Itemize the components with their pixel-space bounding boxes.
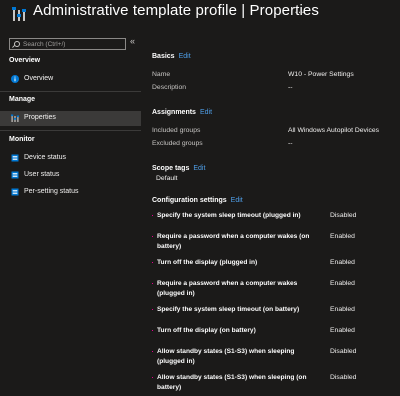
setting-row: Allow standby states (S1-S3) when sleepi… bbox=[152, 373, 324, 393]
page-header: Administrative template profile | Proper… bbox=[0, 0, 400, 38]
collapse-sidebar-icon[interactable]: « bbox=[130, 36, 135, 46]
setting-name: Specify the system sleep timeout (plugge… bbox=[152, 211, 334, 221]
setting-value: Enabled bbox=[330, 327, 355, 334]
sidebar: « Overview Overview Manage Properties Mo… bbox=[0, 36, 141, 396]
setting-row: Require a password when a computer wakes… bbox=[152, 279, 312, 299]
sidebar-item-label: Per-setting status bbox=[24, 188, 79, 195]
info-icon bbox=[11, 75, 19, 83]
section-overview: Overview bbox=[9, 57, 41, 64]
per-setting-status-icon bbox=[11, 188, 19, 196]
basics-heading: Basics Edit bbox=[152, 53, 191, 60]
divider bbox=[0, 130, 141, 131]
section-manage: Manage bbox=[9, 96, 36, 103]
assignments-edit-link[interactable]: Edit bbox=[200, 109, 212, 116]
setting-value: Enabled bbox=[330, 306, 355, 313]
sidebar-item-label: Device status bbox=[24, 154, 67, 161]
included-groups-label: Included groups bbox=[152, 127, 201, 134]
setting-value: Enabled bbox=[330, 280, 355, 287]
setting-name: Allow standby states (S1-S3) when sleepi… bbox=[152, 347, 314, 367]
setting-value: Enabled bbox=[330, 233, 355, 240]
sidebar-item-overview[interactable]: Overview bbox=[0, 72, 141, 87]
description-value: -- bbox=[288, 84, 293, 91]
sidebar-item-user-status[interactable]: User status bbox=[0, 168, 141, 183]
assignments-title: Assignments bbox=[152, 109, 196, 116]
search-box[interactable] bbox=[9, 38, 126, 50]
setting-name: Require a password when a computer wakes… bbox=[152, 232, 319, 252]
sidebar-item-device-status[interactable]: Device status bbox=[0, 151, 141, 166]
setting-row: Specify the system sleep timeout (plugge… bbox=[152, 211, 334, 221]
configuration-heading: Configuration settings Edit bbox=[152, 197, 243, 204]
excluded-groups-value: -- bbox=[288, 140, 293, 147]
user-status-icon bbox=[11, 171, 19, 179]
setting-value: Disabled bbox=[330, 212, 357, 219]
section-monitor: Monitor bbox=[9, 136, 35, 143]
name-value: W10 - Power Settings bbox=[288, 71, 354, 78]
name-label: Name bbox=[152, 71, 171, 78]
more-options-icon[interactable]: … bbox=[294, 4, 305, 16]
excluded-groups-label: Excluded groups bbox=[152, 140, 203, 147]
configuration-edit-link[interactable]: Edit bbox=[231, 197, 243, 204]
sidebar-item-label: User status bbox=[24, 171, 60, 178]
setting-name: Require a password when a computer wakes… bbox=[152, 279, 312, 299]
configuration-title: Configuration settings bbox=[152, 197, 227, 204]
setting-row: Turn off the display (on battery) bbox=[152, 326, 334, 336]
properties-icon bbox=[12, 7, 26, 21]
description-label: Description bbox=[152, 84, 186, 91]
sidebar-item-per-setting-status[interactable]: Per-setting status bbox=[0, 185, 141, 200]
setting-name: Turn off the display (plugged in) bbox=[152, 258, 334, 268]
page-title: Administrative template profile | Proper… bbox=[33, 2, 319, 19]
setting-value: Disabled bbox=[330, 374, 357, 381]
sidebar-item-properties[interactable]: Properties bbox=[0, 111, 141, 126]
assignments-heading: Assignments Edit bbox=[152, 109, 212, 116]
divider bbox=[0, 91, 141, 92]
sidebar-item-label: Properties bbox=[24, 114, 56, 121]
scope-tags-value: Default bbox=[156, 175, 178, 182]
setting-value: Enabled bbox=[330, 259, 355, 266]
scope-tags-title: Scope tags bbox=[152, 165, 190, 172]
setting-row: Require a password when a computer wakes… bbox=[152, 232, 319, 252]
sidebar-item-label: Overview bbox=[24, 75, 54, 82]
setting-value: Disabled bbox=[330, 348, 357, 355]
basics-title: Basics bbox=[152, 53, 175, 60]
device-status-icon bbox=[11, 154, 19, 162]
setting-name: Allow standby states (S1-S3) when sleepi… bbox=[152, 373, 324, 393]
search-input[interactable] bbox=[23, 39, 119, 49]
scope-tags-heading: Scope tags Edit bbox=[152, 165, 205, 172]
setting-name: Specify the system sleep timeout (on bat… bbox=[152, 305, 334, 315]
setting-name: Turn off the display (on battery) bbox=[152, 326, 334, 336]
setting-row: Turn off the display (plugged in) bbox=[152, 258, 334, 268]
included-groups-value: All Windows Autopilot Devices bbox=[288, 127, 380, 134]
properties-icon bbox=[11, 114, 19, 122]
setting-row: Allow standby states (S1-S3) when sleepi… bbox=[152, 347, 314, 367]
setting-row: Specify the system sleep timeout (on bat… bbox=[152, 305, 334, 315]
scope-tags-edit-link[interactable]: Edit bbox=[193, 165, 205, 172]
search-icon bbox=[14, 41, 20, 47]
basics-edit-link[interactable]: Edit bbox=[179, 53, 191, 60]
